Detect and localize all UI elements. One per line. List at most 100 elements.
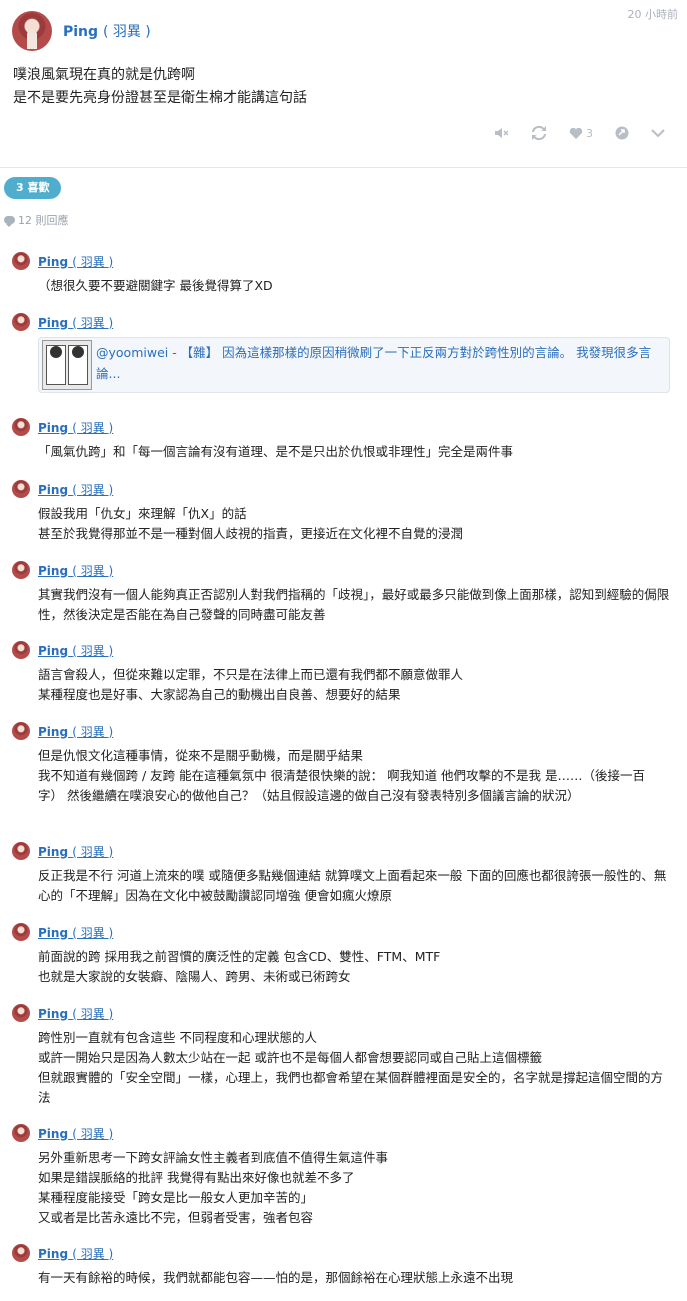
reply-author-name: Ping (38, 563, 69, 578)
reply-avatar[interactable] (12, 418, 30, 436)
reply-author-name: Ping (38, 1126, 69, 1141)
reply-item: Ping ( 羽異 ) 跨性別一直就有包含這些 不同程度和心理狀態的人 或許一開… (12, 1004, 672, 1108)
reply-item: Ping ( 羽異 ) 其實我們沒有一個人能夠真正否認別人對我們指稱的「歧視」，… (12, 561, 672, 625)
reply-body: 「風氣仇跨」和「每一個言論有沒有道理、是不是只出於仇恨或非理性」完全是兩件事 (12, 442, 670, 462)
reply-author-name: Ping (38, 315, 69, 330)
reply-author-name: Ping (38, 254, 69, 269)
post-line: 是不是要先亮身份證甚至是衛生棉才能講這句話 (13, 90, 307, 106)
reply-author-handle: ( 羽異 ) (72, 1246, 114, 1261)
reply-line: 某種程度能接受「跨女是比一般女人更加辛苦的」 (38, 1190, 314, 1205)
reply-author-handle: ( 羽異 ) (72, 482, 114, 497)
reply-author-handle: ( 羽異 ) (72, 563, 114, 578)
reply-author[interactable]: Ping ( 羽異 ) (38, 253, 113, 270)
reply-author-handle: ( 羽異 ) (72, 420, 114, 435)
reply-body: 反正我是不行 河道上流來的噗 或隨便多點幾個連結 就算噗文上面看起來一般 下面的… (12, 866, 670, 906)
reply-author-name: Ping (38, 420, 69, 435)
reply-author[interactable]: Ping ( 羽異 ) (38, 843, 113, 860)
reply-author[interactable]: Ping ( 羽異 ) (38, 1125, 113, 1142)
replurk-icon[interactable] (531, 126, 547, 140)
heart-icon (569, 127, 583, 139)
reply-avatar[interactable] (12, 313, 30, 331)
reply-line: 反正我是不行 河道上流來的噗 或隨便多點幾個連結 就算噗文上面看起來一般 下面的… (38, 868, 667, 903)
reply-author-handle: ( 羽異 ) (72, 844, 114, 859)
likes-badge[interactable]: 3 喜歡 (4, 177, 62, 199)
like-count: 3 (586, 126, 593, 140)
reply-author[interactable]: Ping ( 羽異 ) (38, 419, 113, 436)
reply-avatar[interactable] (12, 722, 30, 740)
reply-body: （想很久要不要避關鍵字 最後覺得算了XD (12, 276, 670, 296)
reply-body: 語言會殺人，但從來難以定罪，不只是在法律上而已還有我們都不願意做罪人 某種程度也… (12, 665, 670, 705)
reply-body: 其實我們沒有一個人能夠真正否認別人對我們指稱的「歧視」，最好或最多只能做到像上面… (12, 585, 670, 625)
reply-item: Ping ( 羽異 ) 前面說的跨 採用我之前習慣的廣泛性的定義 包含CD、雙性… (12, 923, 672, 987)
reply-author-handle: ( 羽異 ) (72, 254, 114, 269)
post-line: 噗浪風氣現在真的就是仇跨啊 (13, 67, 195, 83)
reply-author-handle: ( 羽異 ) (72, 315, 114, 330)
reply-author-name: Ping (38, 844, 69, 859)
reply-line: （想很久要不要避關鍵字 最後覺得算了XD (38, 278, 273, 293)
reply-author[interactable]: Ping ( 羽異 ) (38, 562, 113, 579)
reply-line: 又或者是比苦永遠比不完，但弱者受害，強者包容 (38, 1210, 314, 1225)
reply-item: Ping ( 羽異 ) 「風氣仇跨」和「每一個言論有沒有道理、是不是只出於仇恨或… (12, 418, 672, 462)
reply-body: 但是仇恨文化這種事情，從來不是關乎動機，而是關乎結果 我不知道有幾個跨 / 友跨… (12, 746, 670, 806)
reply-avatar[interactable] (12, 252, 30, 270)
reply-avatar[interactable] (12, 641, 30, 659)
reply-line: 「風氣仇跨」和「每一個言論有沒有道理、是不是只出於仇恨或非理性」完全是兩件事 (38, 444, 514, 459)
reply-author[interactable]: Ping ( 羽異 ) (38, 723, 113, 740)
reply-item: Ping ( 羽異 ) 語言會殺人，但從來難以定罪，不只是在法律上而已還有我們都… (12, 641, 672, 705)
link-thumbnail (42, 340, 92, 390)
reply-line: 語言會殺人，但從來難以定罪，不只是在法律上而已還有我們都不願意做罪人 (38, 667, 464, 682)
author-avatar[interactable] (12, 11, 52, 51)
reply-author-handle: ( 羽異 ) (72, 1006, 114, 1021)
reply-line: 有一天有餘裕的時候，我們就都能包容——怕的是，那個餘裕在心理狀態上永遠不出現 (38, 1270, 514, 1285)
reply-author-handle: ( 羽異 ) (72, 1126, 114, 1141)
reply-author[interactable]: Ping ( 羽異 ) (38, 314, 113, 331)
link-preview-text[interactable]: @yoomiwei - 【雜】 因為這樣那樣的原因稍微刷了一下正反兩方對於跨性別… (96, 338, 669, 384)
reply-line: 但是仇恨文化這種事情，從來不是關乎動機，而是關乎結果 (38, 748, 364, 763)
reply-avatar[interactable] (12, 923, 30, 941)
share-icon[interactable] (615, 126, 629, 140)
reply-avatar[interactable] (12, 1244, 30, 1262)
reply-line: 如果是錯誤脈絡的批評 我覺得有點出來好像也就差不多了 (38, 1170, 355, 1185)
author-display-name: Ping (63, 24, 99, 40)
reply-body: 另外重新思考一下跨女評論女性主義者到底值不值得生氣這件事 如果是錯誤脈絡的批評 … (12, 1148, 670, 1228)
reply-avatar[interactable] (12, 1004, 30, 1022)
link-preview-card[interactable]: @yoomiwei - 【雜】 因為這樣那樣的原因稍微刷了一下正反兩方對於跨性別… (38, 337, 670, 393)
reply-avatar[interactable] (12, 480, 30, 498)
reply-body: 假設我用「仇女」來理解「仇X」的話 甚至於我覺得那並不是一種對個人歧視的指責，更… (12, 504, 670, 544)
comment-icon (4, 216, 15, 227)
reply-item: Ping ( 羽異 ) 有一天有餘裕的時候，我們就都能包容——怕的是，那個餘裕在… (12, 1244, 672, 1288)
plurk-post: Ping ( 羽異 ) 20 小時前 噗浪風氣現在真的就是仇跨啊 是不是要先亮身… (0, 0, 687, 168)
reply-line: 某種程度也是好事、大家認為自己的動機出自良善、想要好的結果 (38, 687, 401, 702)
mute-icon[interactable] (494, 126, 509, 140)
reply-author[interactable]: Ping ( 羽異 ) (38, 1245, 113, 1262)
reply-author-name: Ping (38, 1006, 69, 1021)
reply-line: 也就是大家說的女裝癖、陰陽人、跨男、未術或已術跨女 (38, 969, 351, 984)
reply-avatar[interactable] (12, 1124, 30, 1142)
author-handle: ( 羽異 ) (102, 24, 151, 40)
reply-avatar[interactable] (12, 561, 30, 579)
reply-item: Ping ( 羽異 ) 假設我用「仇女」來理解「仇X」的話 甚至於我覺得那並不是… (12, 480, 672, 544)
reply-author-name: Ping (38, 482, 69, 497)
reply-count: 12 則回應 (4, 212, 69, 228)
author-name[interactable]: Ping ( 羽異 ) (63, 21, 151, 41)
reply-body: 有一天有餘裕的時候，我們就都能包容——怕的是，那個餘裕在心理狀態上永遠不出現 (12, 1268, 670, 1288)
reply-author-handle: ( 羽異 ) (72, 724, 114, 739)
reply-line: 或許一開始只是因為人數太少站在一起 或許也不是每個人都會想要認同或自己貼上這個標… (38, 1050, 542, 1065)
like-button[interactable]: 3 (569, 127, 593, 140)
reply-item: Ping ( 羽異 ) （想很久要不要避關鍵字 最後覺得算了XD (12, 252, 672, 296)
reply-author[interactable]: Ping ( 羽異 ) (38, 924, 113, 941)
reply-line: 假設我用「仇女」來理解「仇X」的話 (38, 506, 247, 521)
reply-author-handle: ( 羽異 ) (72, 643, 114, 658)
reply-item: Ping ( 羽異 ) 但是仇恨文化這種事情，從來不是關乎動機，而是關乎結果 我… (12, 722, 672, 806)
reply-author[interactable]: Ping ( 羽異 ) (38, 642, 113, 659)
reply-author-name: Ping (38, 643, 69, 658)
reply-body: 前面說的跨 採用我之前習慣的廣泛性的定義 包含CD、雙性、FTM、MTF 也就是… (12, 947, 670, 987)
reply-author[interactable]: Ping ( 羽異 ) (38, 1005, 113, 1022)
reply-body: 跨性別一直就有包含這些 不同程度和心理狀態的人 或許一開始只是因為人數太少站在一… (12, 1028, 670, 1108)
reply-item: Ping ( 羽異 ) @yoomiwei - 【雜】 因為這樣那樣的原因稍微刷… (12, 313, 672, 393)
chevron-down-icon[interactable] (651, 128, 665, 138)
reply-item: Ping ( 羽異 ) 反正我是不行 河道上流來的噗 或隨便多點幾個連結 就算噗… (12, 842, 672, 906)
reply-avatar[interactable] (12, 842, 30, 860)
reply-line: 另外重新思考一下跨女評論女性主義者到底值不值得生氣這件事 (38, 1150, 389, 1165)
reply-author[interactable]: Ping ( 羽異 ) (38, 481, 113, 498)
